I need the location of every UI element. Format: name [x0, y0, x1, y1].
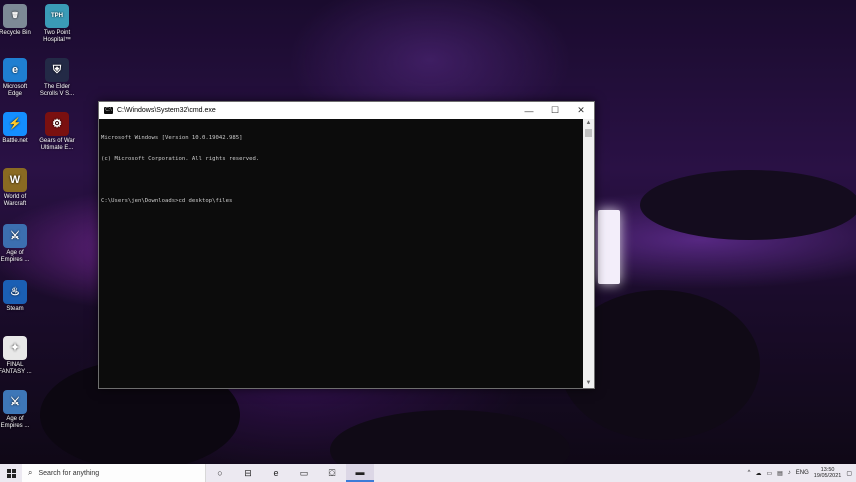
scroll-thumb[interactable]: [585, 129, 592, 137]
maximize-button[interactable]: ☐: [542, 102, 568, 119]
desktop-shortcut[interactable]: TPH Two Point Hospital™: [36, 4, 78, 44]
volume-icon[interactable]: ♪: [788, 470, 791, 476]
desktop-shortcut-label: Steam: [6, 306, 24, 312]
desktop-shortcut[interactable]: 🗑 Recycle Bin: [0, 4, 36, 37]
battlenet-icon: ⚡: [3, 112, 27, 136]
rock-decor: [640, 170, 856, 240]
edge-taskbar-icon[interactable]: e: [262, 464, 290, 482]
world-of-warcraft-icon: W: [3, 168, 27, 192]
desktop-shortcut[interactable]: ⛨ The Elder Scrolls V S...: [36, 58, 78, 98]
task-view-icon[interactable]: ○: [206, 464, 234, 482]
desktop-shortcut[interactable]: ⚔ Age of Empires ...: [0, 390, 36, 430]
taskbar: ⌕ Search for anything ○ ⊟ e ▭ ⛋ ▬ ^ ☁ ▭ ▤ ♪ E…: [0, 464, 856, 482]
gears-of-war-icon: ⚙: [45, 112, 69, 136]
desktop-shortcut-label: Two Point Hospital™: [43, 30, 71, 43]
desktop-shortcut-label: The Elder Scrolls V S...: [39, 84, 75, 97]
skyrim-icon: ⛨: [45, 58, 69, 82]
cmd-taskbar-icon[interactable]: ▬: [346, 464, 374, 482]
desktop-shortcut-label: World of Warcraft: [3, 194, 27, 207]
desktop-shortcut[interactable]: e Microsoft Edge: [0, 58, 36, 98]
cloud-icon[interactable]: ☁: [755, 470, 761, 477]
desktop-shortcut[interactable]: ⚔ Age of Empires ...: [0, 224, 36, 264]
recycle-bin-icon: 🗑: [3, 4, 27, 28]
desktop-shortcut-label: Age of Empires ...: [0, 250, 30, 263]
desktop-shortcut-label: Recycle Bin: [0, 30, 31, 36]
taskbar-apps: ○ ⊟ e ▭ ⛋ ▬: [206, 464, 374, 482]
age-of-empires-icon: ⚔: [3, 224, 27, 248]
scroll-down-icon[interactable]: ▼: [583, 379, 594, 388]
desktop-shortcut[interactable]: ⚡ Battle.net: [0, 112, 36, 145]
cmd-window[interactable]: C:\ C:\Windows\System32\cmd.exe — ☐ ✕ Mi…: [98, 101, 595, 389]
edge-icon: e: [3, 58, 27, 82]
taskbar-search[interactable]: ⌕ Search for anything: [22, 464, 206, 482]
desktop-shortcut[interactable]: W World of Warcraft: [0, 168, 36, 208]
desktop-shortcut[interactable]: ⚙ Gears of War Ultimate E...: [36, 112, 78, 152]
console-line: Microsoft Windows [Version 10.0.19042.98…: [101, 135, 243, 141]
minimize-button[interactable]: —: [516, 102, 542, 119]
store-icon[interactable]: ⛋: [318, 464, 346, 482]
cmd-app-icon: C:\: [104, 107, 113, 114]
language-indicator[interactable]: ENG: [796, 470, 809, 476]
age-of-empires-2-icon: ⚔: [3, 390, 27, 414]
title-bar[interactable]: C:\ C:\Windows\System32\cmd.exe — ☐ ✕: [99, 102, 594, 119]
console-line: (c) Microsoft Corporation. All rights re…: [101, 156, 260, 162]
two-point-hospital-icon: TPH: [45, 4, 69, 28]
console-output[interactable]: Microsoft Windows [Version 10.0.19042.98…: [99, 119, 583, 388]
desktop-shortcut[interactable]: ✦ FINAL FANTASY ...: [0, 336, 36, 376]
clock[interactable]: 13:50 19/05/2021: [814, 467, 842, 480]
search-placeholder: Search for anything: [38, 469, 100, 477]
battery-icon[interactable]: ▭: [766, 470, 772, 477]
desktop-shortcut-label: Gears of War Ultimate E...: [39, 138, 75, 151]
window-title: C:\Windows\System32\cmd.exe: [117, 107, 216, 114]
desktop-shortcut-label: Microsoft Edge: [2, 84, 28, 97]
desktop-shortcut-label: FINAL FANTASY ...: [0, 362, 32, 375]
file-explorer-icon[interactable]: ▭: [290, 464, 318, 482]
system-tray: ^ ☁ ▭ ▤ ♪ ENG 13:50 19/05/2021 ▢: [748, 467, 856, 480]
vertical-scrollbar[interactable]: ▲ ▼: [583, 119, 594, 388]
start-button[interactable]: [0, 464, 22, 482]
network-icon[interactable]: ▤: [777, 470, 783, 477]
widgets-icon[interactable]: ⊟: [234, 464, 262, 482]
search-icon: ⌕: [28, 468, 33, 477]
scroll-up-icon[interactable]: ▲: [583, 119, 594, 128]
desktop-shortcut-label: Battle.net: [2, 138, 28, 144]
glowing-portal: [598, 210, 620, 284]
chevron-up-icon[interactable]: ^: [748, 470, 751, 476]
steam-icon: ♨: [3, 280, 27, 304]
console-command-line: C:\Users\jen\Downloads>cd desktop\files: [101, 198, 233, 204]
windows-logo-icon: [6, 468, 16, 478]
desktop-shortcut[interactable]: ♨ Steam: [0, 280, 36, 313]
desktop-shortcut-label: Age of Empires ...: [0, 416, 30, 429]
close-button[interactable]: ✕: [568, 102, 594, 119]
clock-date: 19/05/2021: [813, 473, 842, 479]
final-fantasy-icon: ✦: [3, 336, 27, 360]
notifications-icon[interactable]: ▢: [846, 470, 852, 477]
